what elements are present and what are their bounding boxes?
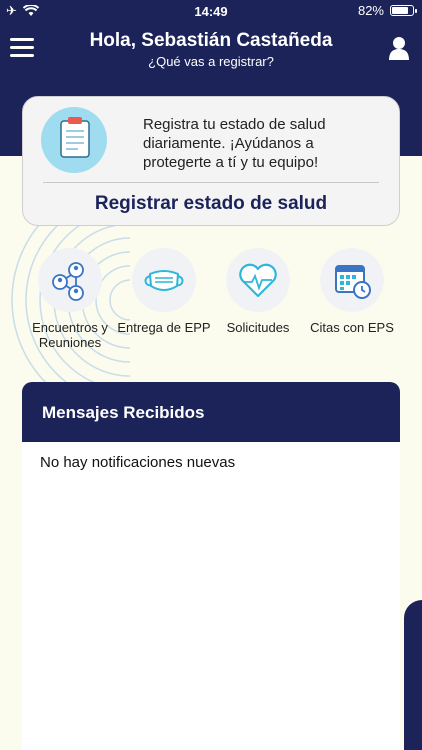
action-solicitudes[interactable]: Solicitudes bbox=[208, 248, 308, 335]
greeting: Hola, Sebastián Castañeda ¿Qué vas a reg… bbox=[60, 30, 362, 69]
decorative-stripe bbox=[404, 600, 422, 750]
mask-icon bbox=[144, 270, 184, 291]
menu-icon[interactable] bbox=[10, 38, 34, 58]
user-icon[interactable] bbox=[388, 36, 410, 60]
health-card-text: Registra tu estado de salud diariamente.… bbox=[143, 116, 326, 171]
heart-icon bbox=[239, 263, 277, 298]
action-citas[interactable]: Citas con EPS bbox=[302, 248, 402, 335]
action-encuentros[interactable]: Encuentros y Reuniones bbox=[20, 248, 120, 350]
status-bar: ✈ 14:49 82% bbox=[0, 0, 422, 22]
register-health-button[interactable]: Registrar estado de salud bbox=[23, 193, 399, 215]
battery-icon bbox=[390, 5, 417, 16]
action-epp[interactable]: Entrega de EPP bbox=[114, 248, 214, 335]
action-label: Citas con EPS bbox=[310, 320, 394, 335]
action-label: Entrega de EPP bbox=[117, 320, 211, 335]
battery-percent: 82% bbox=[357, 3, 384, 18]
messages-empty-text: No hay notificaciones nuevas bbox=[40, 454, 236, 471]
quick-actions: Encuentros y Reuniones Entrega de EPP So… bbox=[0, 248, 422, 350]
page-title: Hola, Sebastián Castañeda bbox=[89, 30, 333, 51]
health-card: Registra tu estado de salud diariamente.… bbox=[22, 96, 400, 226]
divider bbox=[43, 182, 379, 183]
messages-panel: Mensajes Recibidos No hay notificaciones… bbox=[22, 382, 400, 750]
network-icon bbox=[52, 262, 84, 301]
messages-title: Mensajes Recibidos bbox=[22, 382, 400, 442]
action-label: Encuentros y Reuniones bbox=[32, 320, 108, 350]
page-subtitle: ¿Qué vas a registrar? bbox=[148, 54, 274, 69]
action-label: Solicitudes bbox=[226, 320, 290, 335]
clipboard-icon bbox=[41, 107, 107, 173]
calendar-icon bbox=[335, 265, 371, 299]
